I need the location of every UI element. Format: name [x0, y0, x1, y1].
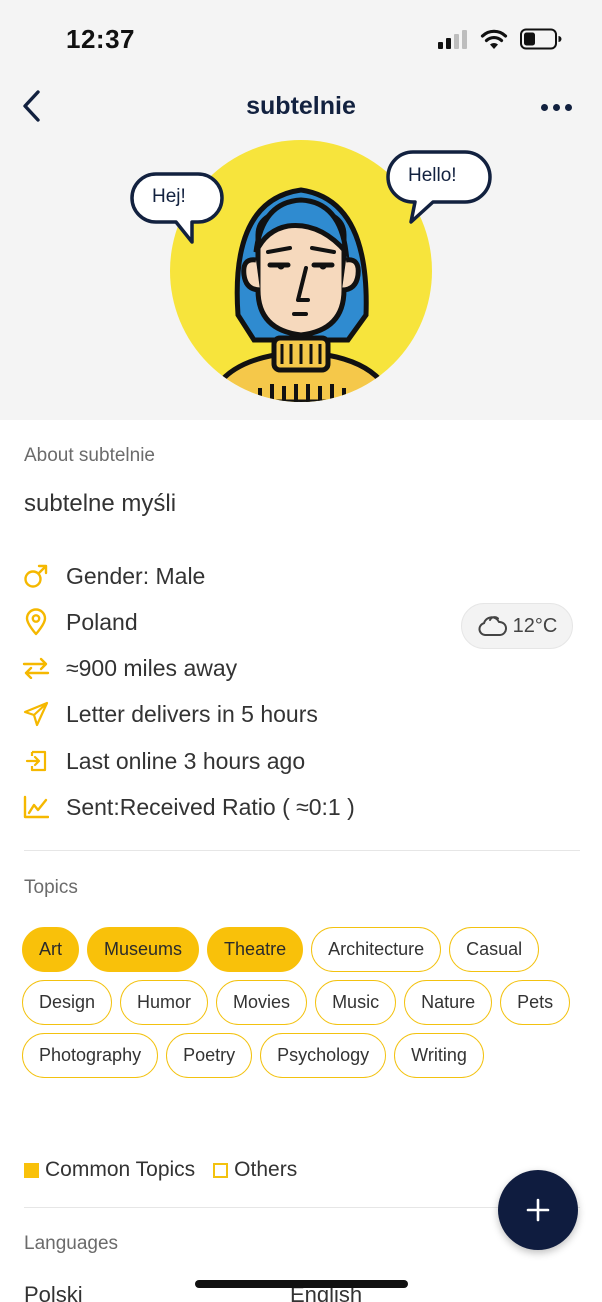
topic-tag[interactable]: Theatre — [207, 927, 304, 972]
divider — [24, 1207, 580, 1208]
languages-label: Languages — [24, 1233, 119, 1254]
topic-tag[interactable]: Casual — [449, 927, 540, 972]
add-button[interactable] — [498, 1170, 578, 1250]
more-dot-icon — [540, 103, 548, 111]
country-text: Poland — [66, 608, 138, 635]
bio-text: subtelne myśli — [24, 490, 177, 517]
others-swatch — [213, 1162, 229, 1178]
topic-tag[interactable]: Museums — [87, 927, 200, 972]
speech-bubble-left-icon — [130, 172, 224, 244]
battery-icon — [520, 28, 562, 50]
topics-list: Art Museums Theatre Architecture Casual Desig… — [22, 927, 582, 1078]
delivery-text: Letter delivers in 5 hours — [66, 700, 318, 727]
info-last-online: Last online 3 hours ago — [22, 744, 305, 778]
ratio-text: Sent:Received Ratio ( ≈0:1 ) — [66, 793, 355, 820]
topic-tag[interactable]: Psychology — [260, 1033, 387, 1078]
last-online-text: Last online 3 hours ago — [66, 747, 306, 774]
more-dot-icon — [552, 103, 560, 111]
speech-bubble-right-icon — [386, 150, 492, 224]
language-item: Polski — [24, 1282, 83, 1302]
gender-text: Gender: Male — [66, 562, 206, 589]
status-bar: 12:37 — [0, 0, 602, 80]
topic-tag[interactable]: Pets — [500, 980, 571, 1025]
common-topics-swatch — [24, 1162, 39, 1178]
topic-tag[interactable]: Photography — [22, 1033, 159, 1078]
topic-tag[interactable]: Poetry — [166, 1033, 253, 1078]
topic-tag[interactable]: Design — [22, 980, 113, 1025]
weather-temp: 12°C — [512, 614, 558, 637]
more-dot-icon — [564, 103, 572, 111]
legend-others-label: Others — [234, 1158, 298, 1181]
legend-common-label: Common Topics — [45, 1158, 196, 1181]
home-indicator[interactable] — [195, 1280, 408, 1288]
login-icon — [22, 747, 50, 775]
status-time: 12:37 — [66, 24, 135, 54]
topic-tag[interactable]: Architecture — [311, 927, 442, 972]
page-title: subtelnie — [246, 92, 356, 120]
status-icons — [438, 28, 562, 50]
info-delivery: Letter delivers in 5 hours — [22, 697, 318, 731]
send-plane-icon — [22, 700, 50, 728]
speech-bubble-right-text: Hello! — [408, 165, 457, 186]
distance-text: ≈900 miles away — [66, 654, 238, 681]
arrows-exchange-icon — [22, 654, 50, 682]
wifi-icon — [480, 29, 508, 49]
location-pin-icon — [22, 608, 50, 636]
divider — [24, 850, 580, 851]
about-label: About subtelnie — [24, 445, 155, 466]
topic-tag[interactable]: Art — [22, 927, 80, 972]
line-chart-icon — [22, 793, 50, 821]
info-ratio: Sent:Received Ratio ( ≈0:1 ) — [22, 790, 355, 824]
topic-tag[interactable]: Music — [315, 980, 397, 1025]
cloud-icon — [478, 616, 507, 636]
nav-bar: subtelnie — [0, 80, 602, 136]
speech-bubble-left-text: Hej! — [152, 186, 186, 207]
topics-legend: Common Topics Others — [24, 1158, 297, 1182]
topic-tag[interactable]: Writing — [394, 1033, 484, 1078]
info-country: Poland — [22, 605, 138, 639]
male-icon — [22, 562, 50, 590]
topics-label: Topics — [24, 877, 78, 898]
signal-icon — [438, 30, 467, 49]
weather-chip: 12°C — [461, 603, 573, 649]
info-gender: Gender: Male — [22, 559, 205, 593]
topic-tag[interactable]: Nature — [404, 980, 493, 1025]
plus-icon — [526, 1198, 550, 1222]
more-options-button[interactable] — [536, 92, 576, 122]
topic-tag[interactable]: Humor — [120, 980, 209, 1025]
topic-tag[interactable]: Movies — [216, 980, 308, 1025]
info-distance: ≈900 miles away — [22, 651, 237, 685]
